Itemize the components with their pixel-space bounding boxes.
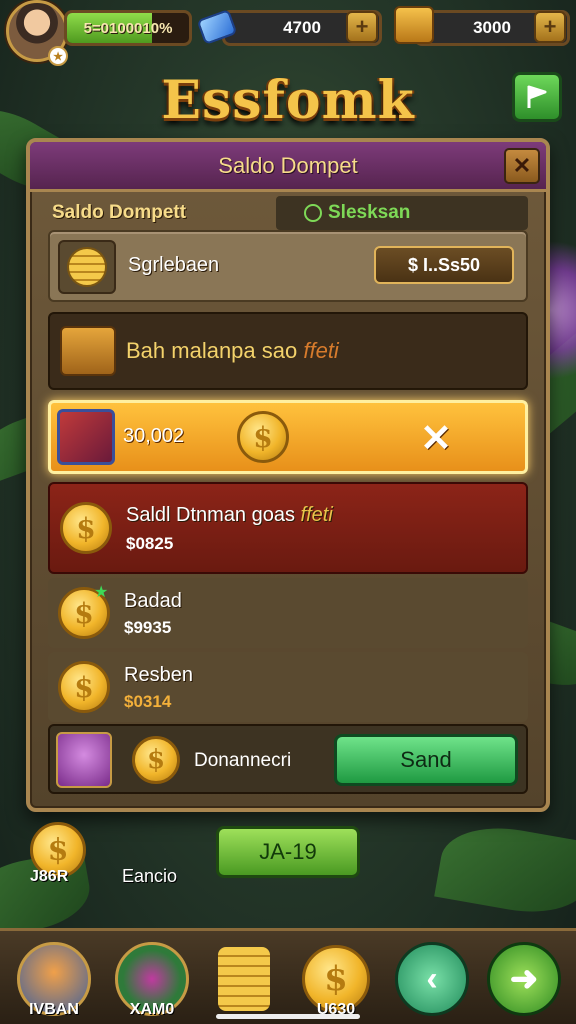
coin-stack-icon bbox=[58, 240, 116, 294]
transaction-amount: $9935 bbox=[124, 618, 172, 637]
send-row: $ Donannecri Sand bbox=[48, 724, 528, 794]
balance-row: Sgrlebaen $ I..Ss50 bbox=[48, 230, 528, 302]
transaction-name-highlight: ffeti bbox=[300, 504, 333, 526]
balance-label: Sgrlebaen bbox=[128, 254, 220, 276]
panel-title: Saldo Dompet bbox=[218, 152, 358, 178]
nav-coins[interactable] bbox=[202, 937, 286, 1021]
wallet-panel: Saldo Dompet ✕ Saldo Dompett Slesksan Sg… bbox=[26, 138, 550, 812]
level-badge-icon: ★ bbox=[48, 46, 68, 66]
nav-forward[interactable]: ➜ bbox=[482, 937, 566, 1021]
tab-wallet-balance[interactable]: Saldo Dompett bbox=[48, 196, 276, 230]
game-title: Essfomk bbox=[161, 70, 415, 131]
tab-history-label: Slesksan bbox=[328, 202, 411, 223]
transaction-row[interactable]: $ Resben $0314 bbox=[48, 652, 528, 722]
dollar-coin-icon: $ bbox=[132, 736, 180, 784]
transaction-name: Badad bbox=[124, 590, 182, 612]
flag-button[interactable] bbox=[512, 72, 562, 122]
send-button[interactable]: Sand bbox=[334, 734, 518, 786]
close-button[interactable]: ✕ bbox=[504, 148, 540, 184]
transaction-name-text: Saldl Dtnman goas bbox=[126, 504, 295, 526]
close-icon: ✕ bbox=[512, 153, 532, 178]
nav-label: XAM0 bbox=[129, 1001, 175, 1018]
nav-profile[interactable]: IVBAN bbox=[12, 937, 96, 1021]
dollar-coin-icon: $ bbox=[60, 502, 112, 554]
panel-header: Saldo Dompet ✕ bbox=[30, 142, 546, 192]
gift-box-icon bbox=[57, 409, 115, 465]
star-icon: ★ bbox=[94, 584, 109, 601]
coin-stat-label: J86R bbox=[30, 868, 69, 885]
recipient-avatar[interactable] bbox=[56, 732, 112, 788]
transaction-row[interactable]: $ ★ Badad $9935 bbox=[48, 578, 528, 648]
selected-reward-row[interactable]: 30,002 $ ✕ bbox=[48, 400, 528, 474]
coin-stack-icon bbox=[218, 947, 270, 1011]
history-icon bbox=[304, 204, 322, 222]
add-gold-button[interactable]: + bbox=[534, 11, 566, 43]
info-text: Bah malanpa sao ffeti bbox=[126, 338, 339, 364]
info-text-main: Bah malanpa sao bbox=[126, 338, 298, 363]
transaction-amount: $0314 bbox=[124, 692, 172, 711]
gem-count: 4700 bbox=[283, 18, 321, 37]
tab-history[interactable]: Slesksan bbox=[276, 196, 528, 230]
plus-icon: + bbox=[355, 14, 369, 39]
transaction-name: Saldl Dtnman goas ffeti bbox=[126, 504, 333, 527]
add-gems-button[interactable]: + bbox=[346, 11, 378, 43]
dollar-coin-icon: $ bbox=[58, 661, 110, 713]
panel-tabs: Saldo Dompett Slesksan bbox=[48, 196, 528, 230]
gold-count: 3000 bbox=[473, 18, 511, 37]
dollar-coin-icon: $ bbox=[237, 411, 289, 463]
home-indicator bbox=[216, 1014, 360, 1019]
top-hud: ★ 5=0100010% 4700 + 3000 + bbox=[0, 0, 576, 66]
nav-label: IVBAN bbox=[29, 1001, 79, 1018]
range-button[interactable]: JA-19 bbox=[216, 826, 360, 878]
info-row: Bah malanpa sao ffeti bbox=[48, 312, 528, 390]
send-label: Donannecri bbox=[194, 750, 292, 771]
nav-back[interactable]: ‹ bbox=[390, 937, 474, 1021]
transaction-name: Resben bbox=[124, 664, 193, 686]
dismiss-icon[interactable]: ✕ bbox=[413, 415, 459, 461]
plus-icon: + bbox=[543, 14, 557, 39]
treasure-chest-icon bbox=[60, 326, 116, 376]
xp-bar: 5=0100010% bbox=[64, 10, 192, 46]
balance-value: $ I..Ss50 bbox=[374, 246, 514, 284]
selected-reward-value: 30,002 bbox=[123, 425, 185, 447]
bottom-nav: IVBAN XAM0 $ U630 ‹ ➜ bbox=[0, 928, 576, 1024]
transaction-row[interactable]: $ Saldl Dtnman goas ffeti $0825 bbox=[48, 482, 528, 574]
nav-wallet[interactable]: $ U630 bbox=[294, 937, 378, 1021]
nav-spellbook[interactable]: XAM0 bbox=[110, 937, 194, 1021]
stat-label: Eancio bbox=[122, 866, 178, 886]
flag-icon bbox=[527, 85, 547, 108]
transaction-amount: $0825 bbox=[126, 534, 174, 553]
xp-text: 5=0100010% bbox=[83, 19, 173, 37]
info-text-highlight: ffeti bbox=[303, 338, 339, 363]
treasure-chest-icon bbox=[394, 6, 434, 44]
